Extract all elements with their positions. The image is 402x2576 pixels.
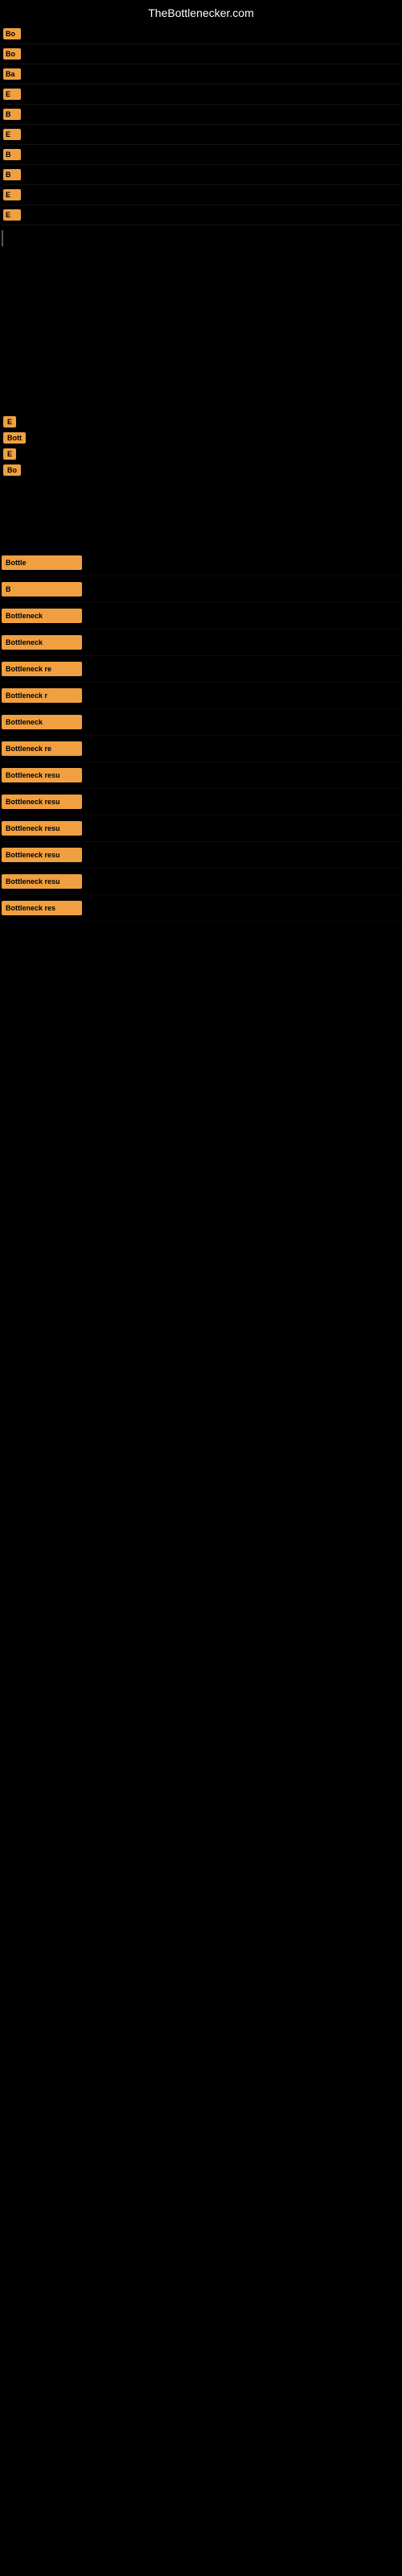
top-item-4: B	[2, 105, 400, 125]
top-badge-6: B	[3, 149, 21, 160]
middle-badge-e: E	[3, 416, 16, 427]
bottom-result-badge-7: Bottleneck re	[2, 741, 82, 756]
bottom-result-row-6: Bottleneck	[2, 709, 400, 736]
top-item-9: E	[2, 205, 400, 225]
top-item-3: E	[2, 85, 400, 105]
chart-area	[0, 250, 402, 411]
bottom-result-row-2: Bottleneck	[2, 603, 400, 630]
bottom-result-row-3: Bottleneck	[2, 630, 400, 656]
bottom-result-badge-6: Bottleneck	[2, 715, 82, 729]
top-item-1: Bo	[2, 44, 400, 64]
top-badge-8: E	[3, 189, 21, 200]
bottom-result-badge-10: Bottleneck resu	[2, 821, 82, 836]
top-item-8: E	[2, 185, 400, 205]
vertical-divider	[2, 230, 3, 246]
middle-item-e2: E	[2, 446, 400, 462]
bottom-result-row-7: Bottleneck re	[2, 736, 400, 762]
middle-badge-bott: Bott	[3, 432, 26, 444]
bottom-result-row-10: Bottleneck resu	[2, 815, 400, 842]
top-item-0: Bo	[2, 24, 400, 44]
top-badge-9: E	[3, 209, 21, 221]
site-title: TheBottlenecker.com	[0, 0, 402, 23]
bottom-result-badge-1: B	[2, 582, 82, 597]
bottom-result-badge-8: Bottleneck resu	[2, 768, 82, 782]
top-badge-3: E	[3, 89, 21, 100]
top-badge-5: E	[3, 129, 21, 140]
bottom-result-row-0: Bottle	[2, 550, 400, 576]
top-item-7: B	[2, 165, 400, 185]
bottom-result-row-5: Bottleneck r	[2, 683, 400, 709]
middle-item-bo: Bo	[2, 462, 400, 478]
top-badge-1: Bo	[3, 48, 21, 60]
top-item-5: E	[2, 125, 400, 145]
middle-item-bott: Bott	[2, 430, 400, 446]
middle-badge-bo: Bo	[3, 464, 21, 476]
middle-section: E Bott E Bo	[0, 411, 402, 481]
bottom-result-badge-11: Bottleneck resu	[2, 848, 82, 862]
bottom-result-badge-5: Bottleneck r	[2, 688, 82, 703]
bottom-result-badge-2: Bottleneck	[2, 609, 82, 623]
bottom-result-badge-0: Bottle	[2, 555, 82, 570]
bottom-results-section: Bottle B Bottleneck Bottleneck Bottleneck re…	[0, 546, 402, 926]
bottom-result-row-9: Bottleneck resu	[2, 789, 400, 815]
bottom-result-row-1: B	[2, 576, 400, 603]
bottom-result-badge-12: Bottleneck resu	[2, 874, 82, 889]
top-item-6: B	[2, 145, 400, 165]
bottom-result-badge-9: Bottleneck resu	[2, 795, 82, 809]
top-items-list: BoBoBaEBEBBEE	[0, 23, 402, 227]
bottom-result-badge-4: Bottleneck re	[2, 662, 82, 676]
top-badge-7: B	[3, 169, 21, 180]
bottom-result-row-11: Bottleneck resu	[2, 842, 400, 869]
top-badge-4: B	[3, 109, 21, 120]
bottom-result-badge-13: Bottleneck res	[2, 901, 82, 915]
bottom-result-badge-3: Bottleneck	[2, 635, 82, 650]
bottom-result-row-4: Bottleneck re	[2, 656, 400, 683]
top-badge-2: Ba	[3, 68, 21, 80]
middle-item-e: E	[2, 414, 400, 430]
spacer	[0, 481, 402, 546]
bottom-result-row-12: Bottleneck resu	[2, 869, 400, 895]
bottom-result-row-8: Bottleneck resu	[2, 762, 400, 789]
bottom-result-row-13: Bottleneck res	[2, 895, 400, 922]
top-item-2: Ba	[2, 64, 400, 85]
middle-badge-e2: E	[3, 448, 16, 460]
top-badge-0: Bo	[3, 28, 21, 39]
